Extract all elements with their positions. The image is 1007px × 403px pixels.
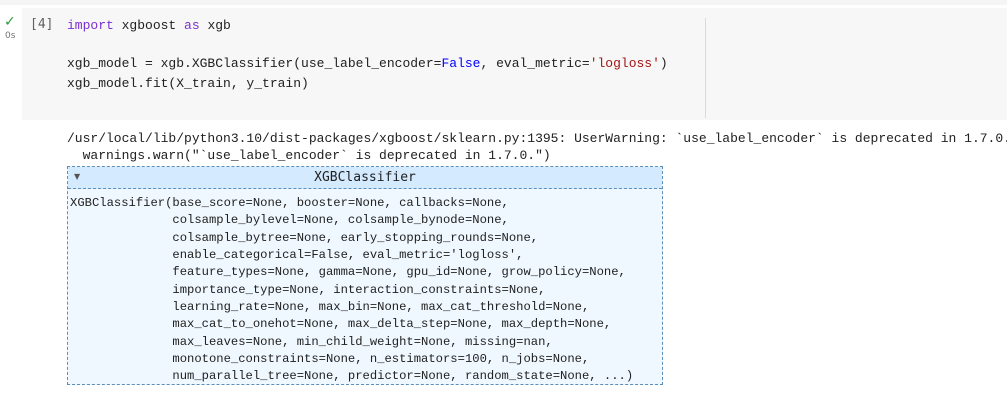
repr-line: XGBClassifier(base_score=None, booster=N…	[70, 196, 509, 210]
repr-line: num_parallel_tree=None, predictor=None, …	[70, 369, 634, 384]
repr-line: enable_categorical=False, eval_metric='l…	[70, 248, 524, 263]
warning-line-1: /usr/local/lib/python3.10/dist-packages/…	[67, 131, 1007, 146]
code-line-2-middle: , eval_metric=	[480, 56, 590, 72]
literal-false: False	[441, 56, 481, 72]
repr-line: colsample_bylevel=None, colsample_bynode…	[70, 213, 509, 228]
repr-line: learning_rate=None, max_bin=None, max_ca…	[70, 300, 590, 315]
editor-ruler	[705, 18, 706, 118]
code-line-1: import xgboost as xgb	[67, 18, 231, 33]
execution-count: [4]	[30, 17, 54, 32]
estimator-params: XGBClassifier(base_score=None, booster=N…	[70, 195, 633, 386]
check-icon: ✓	[4, 14, 16, 30]
code-line-2-prefix: xgb_model = xgb.XGBClassifier(use_label_…	[67, 56, 442, 72]
repr-line: max_cat_to_onehot=None, max_delta_step=N…	[70, 317, 612, 332]
code-line-2-suffix: )	[659, 56, 668, 72]
estimator-title: XGBClassifier	[314, 170, 416, 185]
keyword-as: as	[184, 18, 200, 33]
estimator-header[interactable]: ▼ XGBClassifier	[68, 167, 662, 189]
module-alias: xgb	[199, 18, 231, 33]
code-editor[interactable]: import xgboost as xgb xgb_model = xgb.XG…	[67, 16, 668, 93]
code-line-2: xgb_model = xgb.XGBClassifier(use_label_…	[67, 56, 668, 71]
execution-time: 0s	[5, 31, 16, 41]
cell-output-warning: /usr/local/lib/python3.10/dist-packages/…	[67, 130, 1007, 164]
notebook-top-bar	[0, 0, 1007, 5]
estimator-repr-box: ▼ XGBClassifier XGBClassifier(base_score…	[67, 166, 663, 385]
repr-line: feature_types=None, gamma=None, gpu_id=N…	[70, 265, 626, 280]
code-line-3: xgb_model.fit(X_train, y_train)	[67, 75, 309, 91]
repr-line: max_leaves=None, min_child_weight=None, …	[70, 334, 553, 349]
module-name: xgboost	[113, 18, 185, 33]
warning-line-2: warnings.warn("`use_label_encoder` is de…	[67, 148, 551, 163]
repr-line: importance_type=None, interaction_constr…	[70, 282, 546, 297]
string-logloss: 'logloss'	[589, 56, 660, 72]
cell-run-status[interactable]: ✓ 0s	[0, 14, 22, 44]
repr-line: monotone_constraints=None, n_estimators=…	[70, 352, 590, 367]
repr-line: colsample_bytree=None, early_stopping_ro…	[70, 230, 539, 245]
code-cell[interactable]: import xgboost as xgb xgb_model = xgb.XG…	[22, 8, 1007, 120]
keyword-import: import	[67, 18, 114, 33]
